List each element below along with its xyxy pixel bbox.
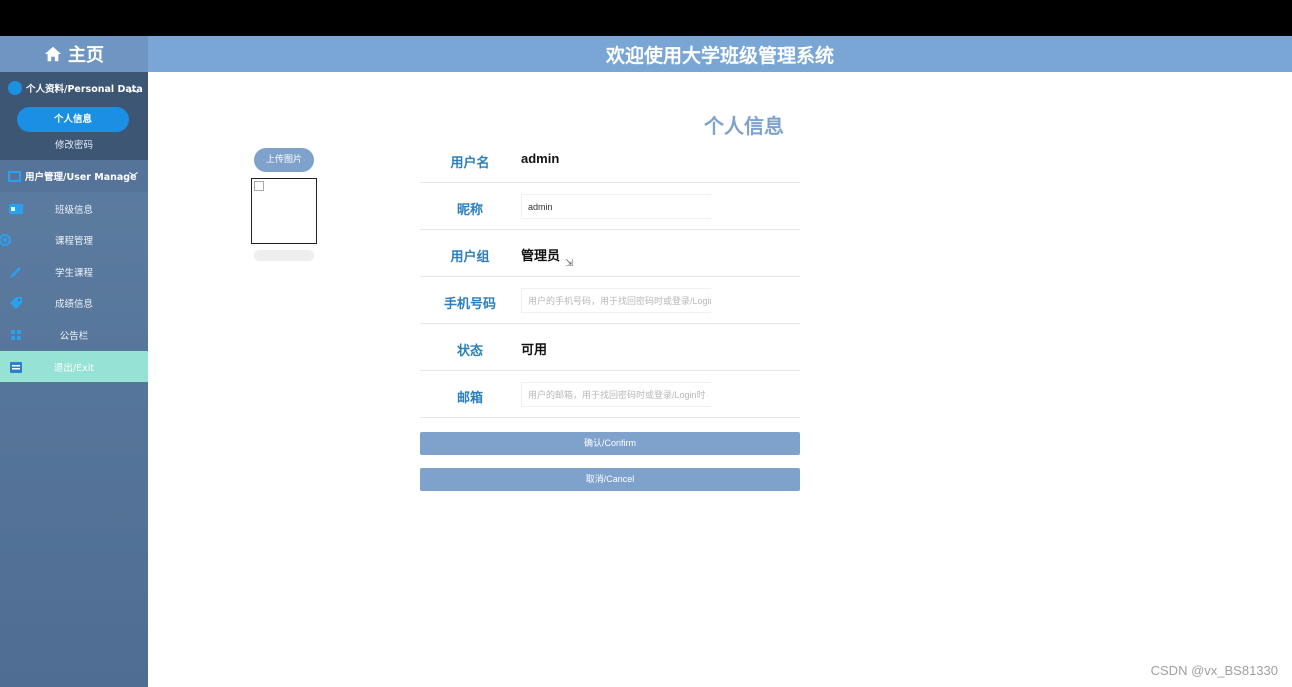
sidebar-item-label: 退出/Exit bbox=[53, 362, 95, 374]
upload-image-button[interactable]: 上传图片 bbox=[254, 148, 314, 172]
mouse-cursor-icon: ⇲ bbox=[565, 258, 574, 269]
nickname-row: 昵称 bbox=[420, 183, 800, 230]
nickname-label: 昵称 bbox=[456, 203, 483, 218]
profile-form: 用户名 admin 昵称 用户组 管理员 手机号码 状态 可用 邮箱 bbox=[420, 136, 800, 418]
home-label: 主页 bbox=[68, 45, 104, 66]
sidebar-item-label: 课程管理 bbox=[54, 235, 93, 247]
avatar-caption-bar bbox=[254, 250, 314, 261]
sidebar-item-label: 班级信息 bbox=[54, 204, 93, 216]
chevron-up-icon: ︿ bbox=[128, 85, 138, 95]
sidebar-item-personal-info[interactable]: 个人信息 bbox=[17, 107, 129, 132]
home-icon bbox=[44, 46, 62, 62]
page-header: 欢迎使用大学班级管理系统 bbox=[148, 36, 1292, 72]
broken-image-icon bbox=[254, 181, 264, 191]
status-row: 状态 可用 bbox=[420, 324, 800, 371]
sidebar-group-user-label: 用户管理/User Manage bbox=[25, 172, 137, 183]
chevron-down-icon: ﹀ bbox=[128, 173, 138, 183]
globe-icon bbox=[8, 81, 22, 95]
app-window: 主页 个人资料/Personal Data ︿ 个人信息 修改密码 用户管理/U… bbox=[0, 36, 1292, 687]
sidebar-item-class-info[interactable]: 班级信息 bbox=[0, 193, 148, 224]
sidebar-item-exit[interactable]: 退出/Exit bbox=[0, 351, 148, 382]
username-row: 用户名 admin bbox=[420, 136, 800, 183]
window-icon bbox=[8, 170, 21, 182]
app-title: 欢迎使用大学班级管理系统 bbox=[605, 44, 834, 67]
user-group-value: 管理员 bbox=[521, 248, 561, 263]
username-value: admin bbox=[521, 151, 560, 166]
phone-row: 手机号码 bbox=[420, 277, 800, 324]
sidebar-personal-submenu: 个人信息 修改密码 bbox=[0, 104, 148, 160]
confirm-button[interactable]: 确认/Confirm bbox=[420, 432, 800, 455]
sidebar-item-notice-board[interactable]: 公告栏 bbox=[0, 319, 148, 350]
nickname-field[interactable] bbox=[521, 194, 711, 219]
sidebar-group-user[interactable]: 用户管理/User Manage ﹀ bbox=[0, 160, 148, 192]
sidebar-item-label: 学生课程 bbox=[54, 267, 93, 279]
user-group-label: 用户组 bbox=[450, 250, 490, 265]
sidebar-item-change-password[interactable]: 修改密码 bbox=[0, 134, 148, 158]
watermark: CSDN @vx_BS81330 bbox=[1150, 663, 1278, 678]
sidebar-item-student-course[interactable]: 学生课程 bbox=[0, 256, 148, 287]
email-label: 邮箱 bbox=[456, 391, 483, 406]
sidebar-group-personal[interactable]: 个人资料/Personal Data ︿ bbox=[0, 72, 148, 104]
status-value: 可用 bbox=[521, 342, 548, 357]
home-link[interactable]: 主页 bbox=[0, 36, 148, 72]
username-label: 用户名 bbox=[450, 156, 490, 171]
sidebar: 主页 个人资料/Personal Data ︿ 个人信息 修改密码 用户管理/U… bbox=[0, 36, 148, 687]
email-field[interactable] bbox=[521, 382, 711, 407]
status-label: 状态 bbox=[456, 344, 483, 359]
email-row: 邮箱 bbox=[420, 371, 800, 418]
page-title: 个人信息 bbox=[704, 114, 784, 138]
user-group-row: 用户组 管理员 bbox=[420, 230, 800, 277]
cancel-button[interactable]: 取消/Cancel bbox=[420, 468, 800, 491]
sidebar-item-label: 成绩信息 bbox=[54, 298, 93, 310]
sidebar-item-label: 公告栏 bbox=[59, 330, 89, 342]
sidebar-item-course-manage[interactable]: 课程管理 bbox=[0, 224, 148, 255]
avatar bbox=[251, 178, 317, 244]
sidebar-group-personal-label: 个人资料/Personal Data bbox=[26, 84, 143, 95]
phone-field[interactable] bbox=[521, 288, 711, 313]
phone-label: 手机号码 bbox=[443, 297, 496, 312]
screen-top-bar bbox=[0, 0, 1292, 36]
sidebar-item-grades[interactable]: 成绩信息 bbox=[0, 287, 148, 318]
